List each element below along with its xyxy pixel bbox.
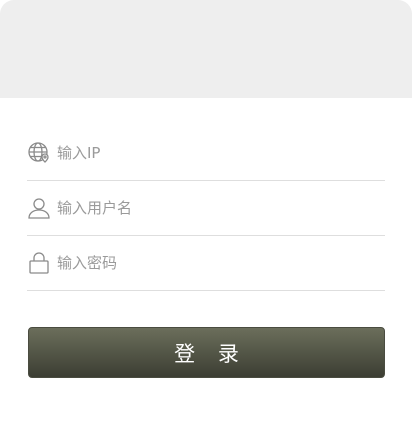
globe-location-icon [27,141,51,165]
login-form [27,126,385,291]
password-field [27,236,385,291]
header-band [0,0,412,98]
user-icon [27,196,51,220]
lock-icon [27,251,51,275]
username-input[interactable] [57,193,357,223]
login-panel: 登 录 [0,0,412,440]
login-button[interactable]: 登 录 [28,327,385,378]
password-input[interactable] [57,248,357,278]
username-field [27,181,385,236]
ip-input[interactable] [57,138,357,168]
ip-field [27,126,385,181]
